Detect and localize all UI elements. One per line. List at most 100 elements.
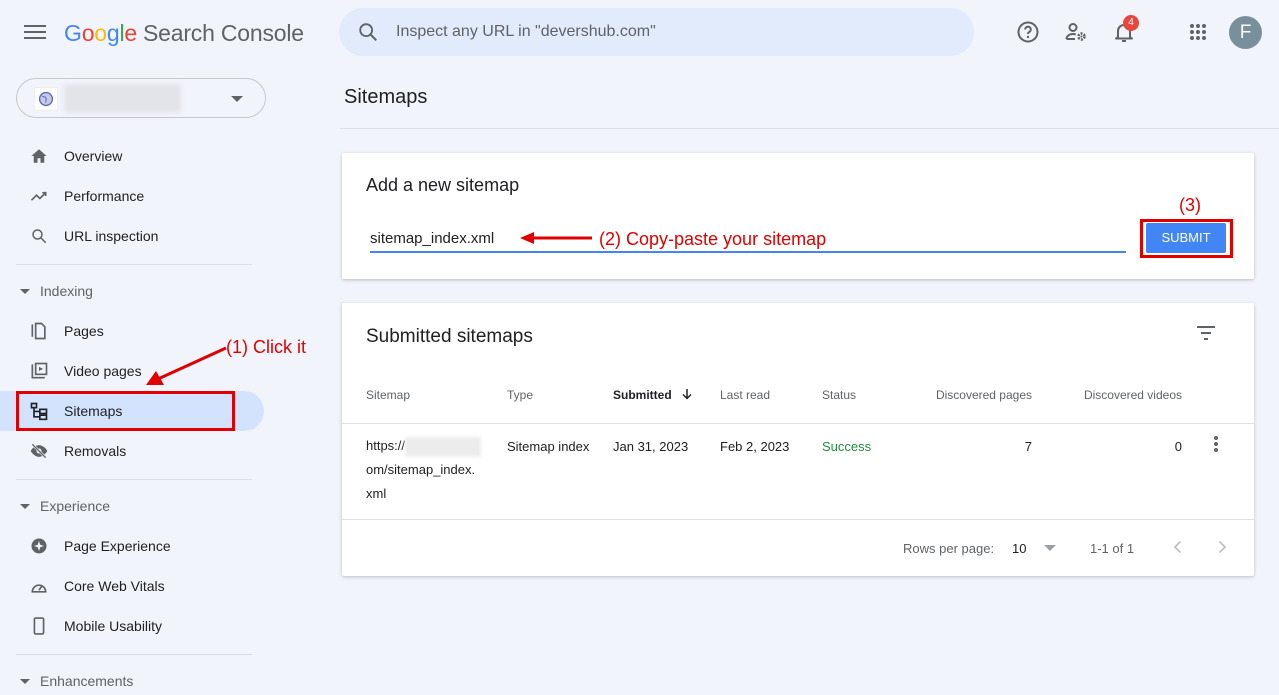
sidebar-item-overview[interactable]: Overview	[0, 136, 264, 176]
search-icon	[27, 224, 51, 248]
notification-badge: 4	[1123, 15, 1139, 31]
help-icon	[1017, 21, 1039, 43]
sidebar-section-experience[interactable]: Experience	[20, 494, 110, 518]
logo-letter: G	[64, 20, 82, 46]
url-inspection-search[interactable]	[339, 8, 974, 56]
apps-icon	[1190, 24, 1206, 40]
search-input[interactable]	[396, 8, 956, 56]
sidebar-item-removals[interactable]: Removals	[0, 431, 264, 471]
caret-down-icon	[20, 503, 30, 509]
sidebar-item-label: Video pages	[64, 363, 142, 379]
sidebar-divider	[16, 479, 252, 480]
logo-letter: g	[106, 20, 120, 46]
rows-per-page-value: 10	[1012, 541, 1027, 556]
sidebar-item-label: URL inspection	[64, 228, 159, 244]
rows-per-page-label: Rows per page:	[903, 541, 995, 556]
cell-discovered-pages: 7	[1024, 439, 1032, 454]
column-header-last-read[interactable]: Last read	[720, 388, 770, 402]
cell-sitemap-url[interactable]: https:// om/sitemap_index. xml	[366, 434, 482, 506]
product-name: Search Console	[143, 20, 304, 46]
manage-users-button[interactable]	[1064, 20, 1088, 44]
card-title: Add a new sitemap	[366, 175, 520, 195]
annotation-box-submit	[1140, 219, 1233, 258]
url-line: om/sitemap_index.	[366, 462, 476, 477]
annotation-step1: (1) Click it	[226, 337, 306, 357]
more-vert-dot	[1214, 448, 1218, 452]
property-name-obscured	[64, 84, 181, 113]
url-line: xml	[366, 486, 387, 501]
cell-discovered-videos: 0	[1174, 439, 1182, 454]
url-prefix: https://	[366, 438, 406, 453]
app-logo[interactable]: Google Search Console	[64, 20, 304, 47]
next-page-button[interactable]	[1212, 537, 1232, 557]
logo-letter: o	[94, 20, 107, 46]
cell-type: Sitemap index	[507, 439, 590, 454]
caret-down-icon	[20, 678, 30, 684]
status-badge: Success	[822, 439, 872, 454]
sidebar-section-indexing[interactable]: Indexing	[20, 279, 93, 303]
rows-per-page-select[interactable]: 10	[1012, 541, 1057, 556]
account-avatar[interactable]: F	[1229, 16, 1262, 49]
chevron-right-icon	[1218, 540, 1227, 554]
row-divider	[342, 519, 1254, 520]
video-pages-icon	[27, 359, 51, 383]
sidebar-item-label: Mobile Usability	[64, 618, 163, 634]
cell-last-read: Feb 2, 2023	[720, 439, 790, 454]
arrow-down-icon	[682, 389, 692, 400]
sidebar-item-url-inspection[interactable]: URL inspection	[0, 216, 264, 256]
annotation-arrow-step1	[146, 346, 227, 385]
removals-icon	[27, 439, 51, 463]
sidebar-item-mobile-usability[interactable]: Mobile Usability	[0, 606, 264, 646]
apps-button[interactable]	[1186, 20, 1210, 44]
column-header-submitted[interactable]: Submitted	[613, 388, 693, 402]
column-header-discovered-pages[interactable]: Discovered pages	[902, 388, 1032, 402]
search-icon	[357, 21, 379, 48]
annotation-step2: (2) Copy-paste your sitemap	[599, 229, 827, 249]
column-header-type[interactable]: Type	[507, 388, 533, 402]
url-obscured	[405, 436, 482, 457]
sidebar-divider	[16, 654, 252, 655]
sidebar-item-page-experience[interactable]: Page Experience	[0, 526, 264, 566]
pagination-range: 1-1 of 1	[1090, 541, 1135, 556]
column-header-discovered-videos[interactable]: Discovered videos	[1052, 388, 1182, 402]
main-menu-button[interactable]	[24, 22, 46, 42]
globe-icon	[34, 87, 58, 111]
row-more-options-button[interactable]	[1213, 436, 1219, 454]
page-experience-icon	[27, 534, 51, 558]
more-vert-dot	[1214, 442, 1218, 446]
chevron-down-icon	[1044, 545, 1057, 551]
sidebar-item-label: Core Web Vitals	[64, 578, 165, 594]
chevron-left-icon	[1173, 540, 1182, 554]
home-icon	[27, 144, 51, 168]
filter-button[interactable]	[1196, 325, 1216, 341]
section-label: Experience	[40, 498, 111, 514]
menu-icon-bar	[24, 37, 46, 39]
logo-letter: e	[124, 20, 137, 46]
annotation-arrow-step2	[520, 232, 592, 244]
sidebar-item-performance[interactable]: Performance	[0, 176, 264, 216]
sidebar-item-label: Performance	[64, 188, 145, 204]
chevron-down-icon	[231, 96, 243, 102]
speedometer-icon	[27, 574, 51, 598]
property-selector[interactable]	[16, 78, 266, 118]
trending-up-icon	[27, 184, 51, 208]
card-title: Submitted sitemaps	[366, 326, 533, 347]
sidebar-item-label: Pages	[64, 323, 104, 339]
manage-users-icon	[1065, 23, 1086, 41]
sidebar-item-core-web-vitals[interactable]: Core Web Vitals	[0, 566, 264, 606]
help-button[interactable]	[1016, 20, 1040, 44]
submitted-sitemaps-card: Submitted sitemaps Sitemap Type Submitte…	[342, 303, 1254, 576]
sidebar-item-label: Overview	[64, 148, 123, 164]
sidebar-section-enhancements[interactable]: Enhancements	[20, 669, 133, 693]
sidebar-item-label: Removals	[64, 443, 127, 459]
column-header-sitemap[interactable]: Sitemap	[366, 388, 410, 402]
title-divider	[340, 128, 1279, 129]
logo-letter: o	[81, 20, 95, 46]
caret-down-icon	[20, 288, 30, 294]
annotation-step3: (3)	[1179, 195, 1201, 215]
previous-page-button[interactable]	[1168, 537, 1188, 557]
menu-icon-bar	[24, 31, 46, 33]
column-header-status[interactable]: Status	[822, 388, 856, 402]
annotation-box-sitemaps	[16, 391, 235, 431]
more-vert-icon	[1214, 436, 1218, 440]
